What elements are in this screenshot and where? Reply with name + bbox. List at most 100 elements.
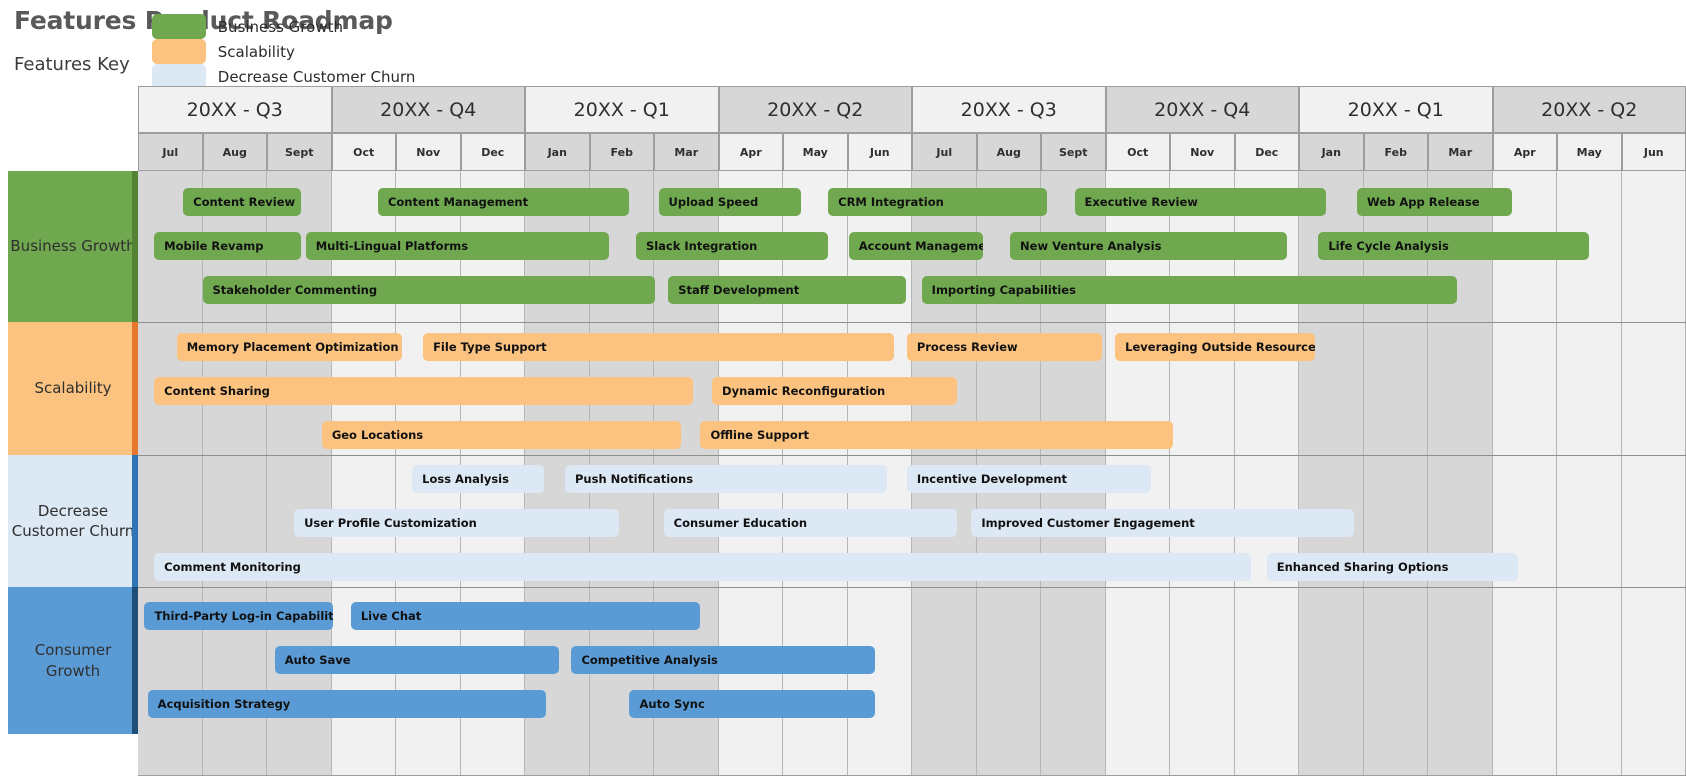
month-column: [1234, 171, 1299, 775]
month-column: [138, 171, 203, 775]
month-header-cell[interactable]: May: [1557, 133, 1622, 171]
task-bar[interactable]: Importing Capabilities: [921, 276, 1458, 304]
legend-swatch-icon: [151, 39, 206, 64]
task-bar[interactable]: Mobile Revamp: [154, 232, 301, 260]
legend-label: Scalability: [217, 42, 295, 61]
month-header-cell[interactable]: Aug: [202, 133, 267, 171]
month-column: [1621, 171, 1686, 775]
quarter-header-cell[interactable]: 20XX - Q1: [1299, 86, 1493, 133]
task-bar[interactable]: Auto Sync: [629, 690, 875, 718]
task-bar[interactable]: Auto Save: [274, 646, 559, 674]
task-bar[interactable]: Consumer Education: [663, 509, 958, 537]
category-label-decrease-customer-churn: Decrease Customer Churn: [8, 455, 138, 587]
task-bar[interactable]: Staff Development: [668, 276, 906, 304]
month-header-cell[interactable]: Apr: [1492, 133, 1557, 171]
month-header-cell[interactable]: Feb: [1363, 133, 1428, 171]
month-header-cell[interactable]: Nov: [396, 133, 461, 171]
task-bar[interactable]: New Venture Analysis: [1010, 232, 1288, 260]
month-header-cell[interactable]: Sept: [1041, 133, 1106, 171]
task-bar[interactable]: Comment Monitoring: [154, 553, 1251, 581]
task-bar[interactable]: Memory Placement Optimization: [176, 333, 403, 361]
task-bar[interactable]: Life Cycle Analysis: [1318, 232, 1590, 260]
task-bar[interactable]: Upload Speed: [658, 188, 802, 216]
task-bar[interactable]: File Type Support: [423, 333, 894, 361]
month-column: [1299, 171, 1364, 775]
task-bar[interactable]: Third-Party Log-in Capabilities: [144, 602, 333, 630]
month-header-cell[interactable]: Feb: [589, 133, 654, 171]
roadmap-page: Features Product Roadmap Features Key Bu…: [0, 0, 1686, 776]
task-bar[interactable]: Loss Analysis: [412, 465, 545, 493]
task-bar[interactable]: Push Notifications: [564, 465, 888, 493]
month-header-cell[interactable]: Apr: [718, 133, 783, 171]
task-bar[interactable]: Process Review: [906, 333, 1103, 361]
month-header-cell[interactable]: Dec: [1234, 133, 1299, 171]
task-bar[interactable]: Enhanced Sharing Options: [1266, 553, 1519, 581]
task-bar[interactable]: Content Sharing: [154, 377, 693, 405]
features-key-legend: Features Key Business Growth Scalability D…: [14, 14, 473, 114]
task-bar[interactable]: Competitive Analysis: [571, 646, 875, 674]
legend-item-scalability: Scalability: [151, 39, 464, 64]
legend-label: Decrease Customer Churn: [217, 67, 416, 86]
month-column: [267, 171, 332, 775]
task-bar[interactable]: Leveraging Outside Resources: [1115, 333, 1316, 361]
task-bar[interactable]: Slack Integration: [635, 232, 829, 260]
month-column: [1428, 171, 1493, 775]
legend-title: Features Key: [14, 53, 130, 75]
task-bar[interactable]: User Profile Customization: [294, 509, 619, 537]
task-bar[interactable]: Content Management: [377, 188, 630, 216]
month-header-cell[interactable]: Oct: [331, 133, 396, 171]
legend-item-business-growth: Business Growth: [151, 14, 464, 39]
band-separator: [138, 455, 1686, 456]
task-bar[interactable]: Account Management: [848, 232, 983, 260]
month-header-cell[interactable]: Jan: [525, 133, 590, 171]
task-bar[interactable]: Geo Locations: [321, 421, 682, 449]
month-header-cell[interactable]: Jan: [1299, 133, 1364, 171]
task-bar[interactable]: Acquisition Strategy: [147, 690, 546, 718]
task-bar[interactable]: Stakeholder Commenting: [202, 276, 656, 304]
month-header-cell[interactable]: Jun: [847, 133, 912, 171]
month-header-cell[interactable]: Mar: [1428, 133, 1493, 171]
month-header-cell[interactable]: Nov: [1170, 133, 1235, 171]
task-bar[interactable]: Web App Release: [1357, 188, 1512, 216]
quarter-header-cell[interactable]: 20XX - Q2: [718, 86, 912, 133]
category-label-business-growth: Business Growth: [8, 171, 138, 322]
month-header-cell[interactable]: Aug: [976, 133, 1041, 171]
band-separator: [138, 322, 1686, 323]
quarter-header-cell[interactable]: 20XX - Q2: [1492, 86, 1686, 133]
month-header-cell[interactable]: Jun: [1621, 133, 1686, 171]
quarter-header-cell[interactable]: 20XX - Q3: [138, 86, 332, 133]
month-header-cell[interactable]: Jul: [912, 133, 977, 171]
gantt-chart: Business Growth Scalability Decrease Custo…: [0, 86, 1686, 776]
chart-body: Content Review Content Management Upload S…: [138, 171, 1686, 776]
quarter-header-cell[interactable]: 20XX - Q3: [912, 86, 1106, 133]
legend-label: Business Growth: [217, 17, 343, 36]
timeline-grid: 20XX - Q3 20XX - Q4 20XX - Q1 20XX - Q2 20XX…: [130, 86, 1686, 776]
month-header-cell[interactable]: Dec: [460, 133, 525, 171]
month-column: [1557, 171, 1622, 775]
legend-swatch-icon: [151, 14, 206, 39]
task-bar[interactable]: Offline Support: [700, 421, 1174, 449]
task-bar[interactable]: Dynamic Reconfiguration: [712, 377, 958, 405]
month-column: [331, 171, 396, 775]
task-bar[interactable]: Multi-Lingual Platforms: [305, 232, 609, 260]
task-bar[interactable]: CRM Integration: [828, 188, 1048, 216]
month-header-cell[interactable]: Mar: [654, 133, 719, 171]
month-header-cell[interactable]: Oct: [1105, 133, 1170, 171]
quarter-header-cell[interactable]: 20XX - Q4: [331, 86, 525, 133]
month-column: [1492, 171, 1557, 775]
month-header-cell[interactable]: Jul: [138, 133, 203, 171]
task-bar[interactable]: Improved Customer Engagement: [971, 509, 1354, 537]
month-header-cell[interactable]: May: [783, 133, 848, 171]
month-column: [1170, 171, 1235, 775]
task-bar[interactable]: Incentive Development: [906, 465, 1151, 493]
month-header-cell[interactable]: Sept: [267, 133, 332, 171]
category-label-consumer-growth: Consumer Growth: [8, 587, 138, 734]
month-column: [1363, 171, 1428, 775]
quarter-header-cell[interactable]: 20XX - Q4: [1105, 86, 1299, 133]
quarter-header-cell[interactable]: 20XX - Q1: [525, 86, 719, 133]
task-bar[interactable]: Executive Review: [1074, 188, 1327, 216]
band-separator: [138, 587, 1686, 588]
task-bar[interactable]: Live Chat: [350, 602, 701, 630]
month-column: [202, 171, 267, 775]
task-bar[interactable]: Content Review: [183, 188, 301, 216]
